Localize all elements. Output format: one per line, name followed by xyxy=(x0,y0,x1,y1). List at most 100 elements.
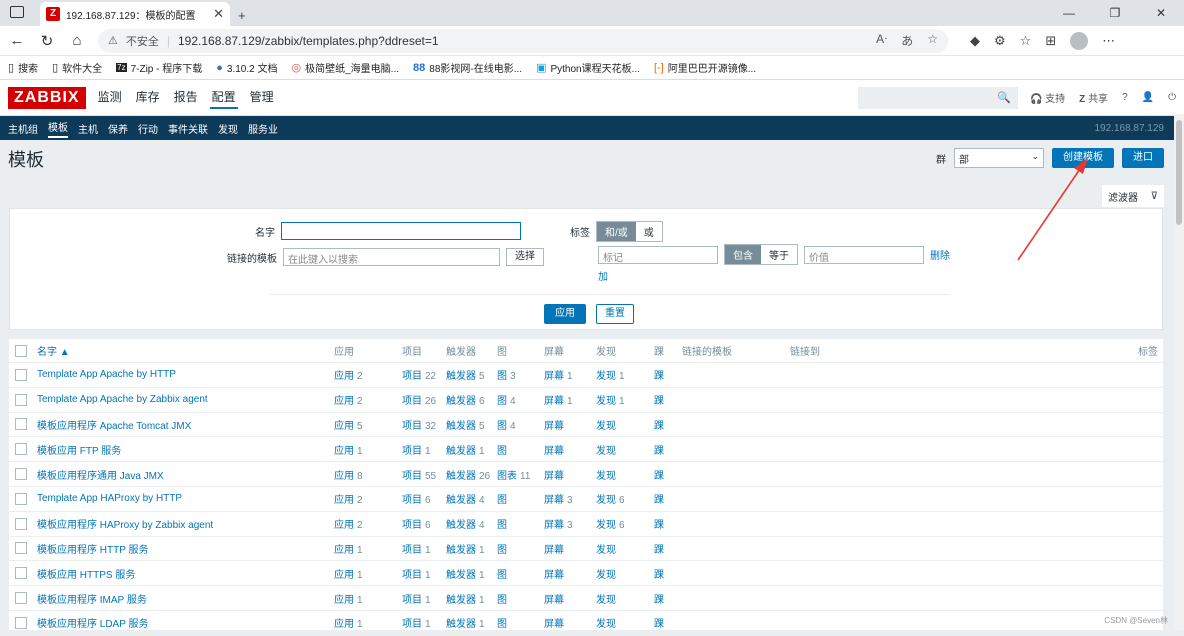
tag-name-input[interactable]: 标记 xyxy=(598,246,718,264)
discovery-link[interactable]: 发现 xyxy=(596,417,619,432)
profile-avatar[interactable] xyxy=(1070,32,1088,50)
graphs-link[interactable]: 图 xyxy=(497,516,510,531)
applications-link[interactable]: 应用8 xyxy=(334,467,363,482)
search-icon[interactable]: 🔍 xyxy=(997,91,1011,104)
web-link[interactable]: 踝 xyxy=(654,591,664,606)
submenu-services[interactable]: 服务业 xyxy=(248,121,278,136)
select-button[interactable]: 选择 xyxy=(506,248,544,266)
triggers-link[interactable]: 触发器5 xyxy=(446,367,485,382)
applications-link[interactable]: 应用2 xyxy=(334,491,363,506)
applications-link[interactable]: 应用1 xyxy=(334,591,363,606)
row-checkbox[interactable] xyxy=(15,518,27,530)
bookmark-item[interactable]: ▯软件大全 xyxy=(52,60,102,75)
graphs-link[interactable]: 图表11 xyxy=(497,467,530,482)
web-link[interactable]: 踝 xyxy=(654,615,664,630)
items-link[interactable]: 项目1 xyxy=(402,615,431,630)
applications-link[interactable]: 应用2 xyxy=(334,392,363,407)
items-link[interactable]: 项目6 xyxy=(402,516,431,531)
menu-monitoring[interactable]: 监测 xyxy=(96,86,124,109)
template-name-link[interactable]: 模板应用 FTP 服务 xyxy=(37,442,121,457)
read-aloud-icon[interactable]: Aᐧ xyxy=(876,32,887,49)
logout-icon[interactable]: ⏻ xyxy=(1168,92,1176,103)
discovery-link[interactable]: 发现 xyxy=(596,615,619,630)
template-name-link[interactable]: Template App Apache by Zabbix agent xyxy=(37,394,208,405)
reset-button[interactable]: 重置 xyxy=(596,304,634,324)
triggers-link[interactable]: 触发器1 xyxy=(446,566,485,581)
graphs-link[interactable]: 图4 xyxy=(497,417,516,432)
contains-option[interactable]: 包含 xyxy=(725,245,761,264)
global-search-input[interactable]: 🔍 xyxy=(858,87,1018,109)
submenu-event-correlation[interactable]: 事件关联 xyxy=(168,121,208,136)
triggers-link[interactable]: 触发器5 xyxy=(446,417,485,432)
submenu-actions[interactable]: 行动 xyxy=(138,121,158,136)
screens-link[interactable]: 屏幕3 xyxy=(544,516,573,531)
discovery-link[interactable]: 发现 xyxy=(596,566,619,581)
menu-configuration[interactable]: 配置 xyxy=(210,86,238,109)
equals-option[interactable]: 等于 xyxy=(761,245,797,264)
col-name-header[interactable]: 名字 ▲ xyxy=(37,343,70,358)
template-name-link[interactable]: Template App Apache by HTTP xyxy=(37,369,176,380)
row-checkbox[interactable] xyxy=(15,493,27,505)
select-all-checkbox[interactable] xyxy=(15,345,27,357)
applications-link[interactable]: 应用1 xyxy=(334,615,363,630)
graphs-link[interactable]: 图 xyxy=(497,541,510,556)
discovery-link[interactable]: 发现 xyxy=(596,541,619,556)
items-link[interactable]: 项目1 xyxy=(402,591,431,606)
applications-link[interactable]: 应用5 xyxy=(334,417,363,432)
web-link[interactable]: 踝 xyxy=(654,392,664,407)
import-button[interactable]: 进口 xyxy=(1122,148,1164,168)
applications-link[interactable]: 应用2 xyxy=(334,516,363,531)
applications-link[interactable]: 应用1 xyxy=(334,442,363,457)
row-checkbox[interactable] xyxy=(15,592,27,604)
web-link[interactable]: 踝 xyxy=(654,566,664,581)
apply-button[interactable]: 应用 xyxy=(544,304,586,324)
collections-icon[interactable]: ⊞ xyxy=(1045,33,1056,49)
menu-inventory[interactable]: 库存 xyxy=(134,86,162,109)
template-name-link[interactable]: Template App HAProxy by HTTP xyxy=(37,493,182,504)
favorite-add-icon[interactable]: ☆ xyxy=(927,32,938,49)
triggers-link[interactable]: 触发器4 xyxy=(446,491,485,506)
row-checkbox[interactable] xyxy=(15,443,27,455)
web-link[interactable]: 踝 xyxy=(654,442,664,457)
back-icon[interactable]: ← xyxy=(8,32,26,49)
url-field[interactable]: ⚠ 不安全 | 192.168.87.129/zabbix/templates.… xyxy=(98,29,948,53)
row-checkbox[interactable] xyxy=(15,567,27,579)
more-icon[interactable]: ⋯ xyxy=(1102,33,1115,49)
or-option[interactable]: 或 xyxy=(636,222,662,241)
discovery-link[interactable]: 发现 xyxy=(596,442,619,457)
bookmark-item[interactable]: ▣Python课程天花板... xyxy=(536,60,640,75)
help-icon[interactable]: ? xyxy=(1122,92,1128,103)
linked-templates-input[interactable]: 在此键入以搜索 xyxy=(283,248,500,266)
graphs-link[interactable]: 图 xyxy=(497,566,510,581)
screens-link[interactable]: 屏幕 xyxy=(544,467,567,482)
submenu-discovery[interactable]: 发现 xyxy=(218,121,238,136)
triggers-link[interactable]: 触发器1 xyxy=(446,591,485,606)
graphs-link[interactable]: 图4 xyxy=(497,392,516,407)
warning-icon[interactable]: ⚠ xyxy=(108,34,118,47)
items-link[interactable]: 项目22 xyxy=(402,367,436,382)
filter-tab[interactable]: 滤波器 ⊽ xyxy=(1102,185,1164,207)
items-link[interactable]: 项目55 xyxy=(402,467,436,482)
row-checkbox[interactable] xyxy=(15,468,27,480)
close-icon[interactable]: ✕ xyxy=(213,6,224,22)
bookmark-item[interactable]: 8888影视网-在线电影... xyxy=(413,60,522,75)
group-select[interactable]: 部⌄ xyxy=(954,148,1044,168)
applications-link[interactable]: 应用1 xyxy=(334,566,363,581)
share-link[interactable]: Z 共享 xyxy=(1079,90,1108,105)
submenu-maintenance[interactable]: 保养 xyxy=(108,121,128,136)
andor-option[interactable]: 和/或 xyxy=(597,222,636,241)
template-name-link[interactable]: 模板应用程序 Apache Tomcat JMX xyxy=(37,417,191,432)
discovery-link[interactable]: 发现1 xyxy=(596,367,625,382)
favorites-icon[interactable]: ☆ xyxy=(1020,33,1032,49)
screens-link[interactable]: 屏幕 xyxy=(544,541,567,556)
applications-link[interactable]: 应用2 xyxy=(334,367,363,382)
menu-administration[interactable]: 管理 xyxy=(248,86,276,109)
discovery-link[interactable]: 发现1 xyxy=(596,392,625,407)
bookmark-item[interactable]: 7z7-Zip - 程序下载 xyxy=(116,60,202,75)
discovery-link[interactable]: 发现6 xyxy=(596,491,625,506)
web-link[interactable]: 踝 xyxy=(654,491,664,506)
web-link[interactable]: 踝 xyxy=(654,467,664,482)
triggers-link[interactable]: 触发器6 xyxy=(446,392,485,407)
triggers-link[interactable]: 触发器1 xyxy=(446,541,485,556)
row-checkbox[interactable] xyxy=(15,394,27,406)
